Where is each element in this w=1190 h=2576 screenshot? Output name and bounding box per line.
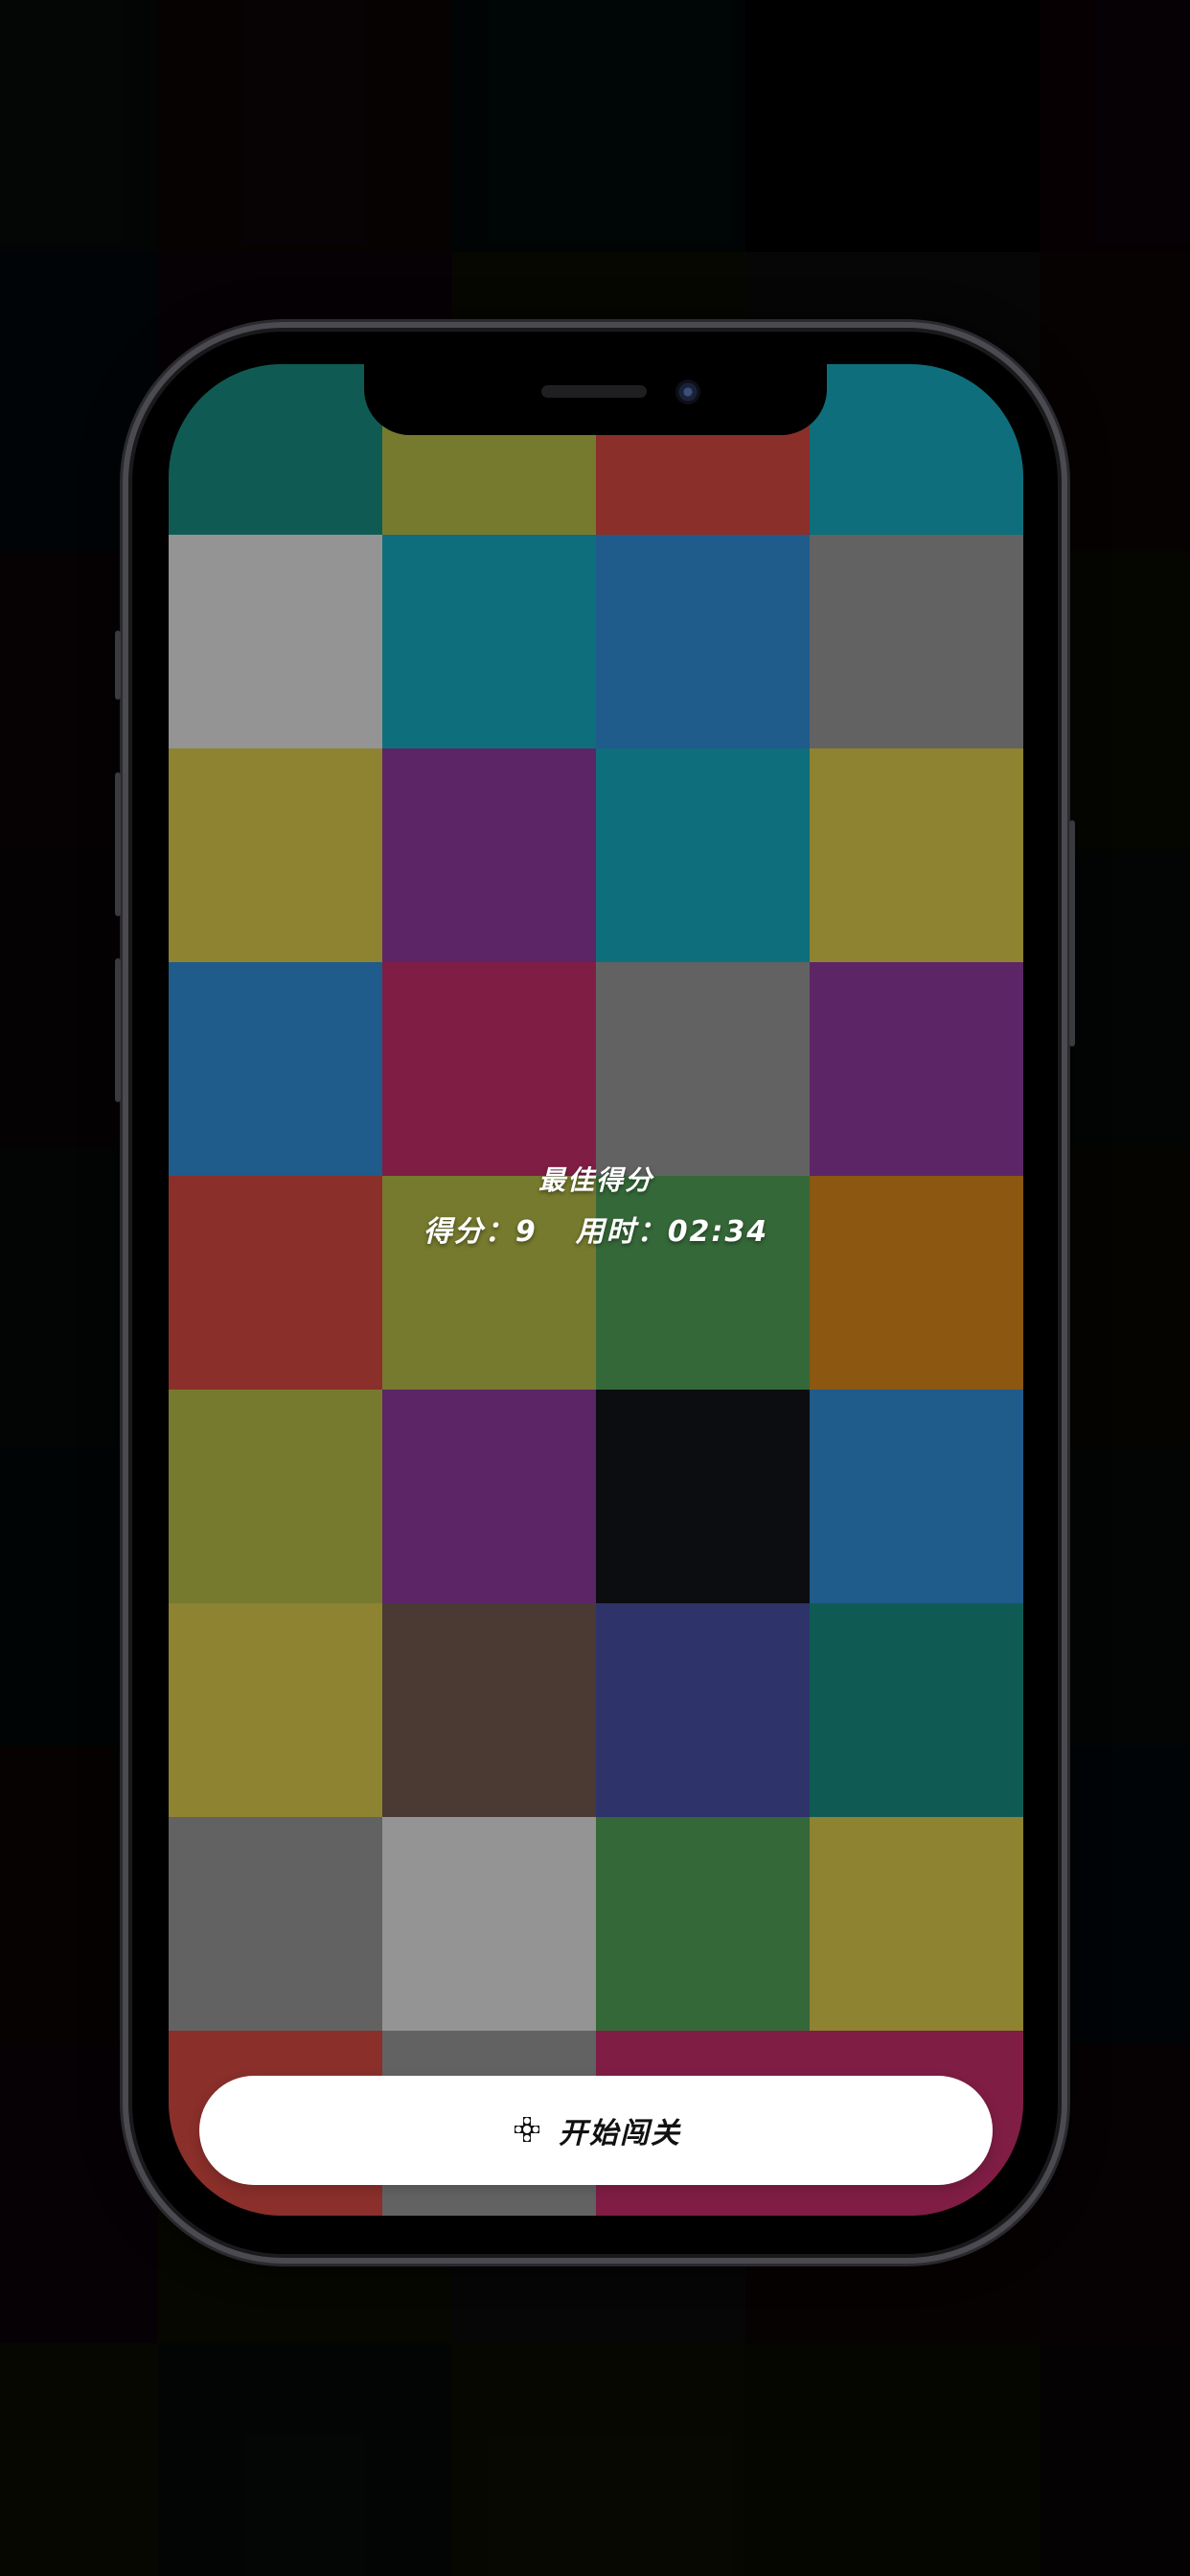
- gamepad-icon: [515, 2117, 539, 2142]
- speaker-grille: [541, 385, 647, 398]
- game-tile[interactable]: [810, 962, 1023, 1176]
- game-tile[interactable]: [382, 1390, 596, 1603]
- time-label: 用时：: [575, 1215, 668, 1249]
- game-tile[interactable]: [382, 535, 596, 748]
- volume-down-button: [115, 958, 121, 1102]
- best-score-title: 最佳得分: [538, 1164, 653, 1196]
- game-tile[interactable]: [382, 962, 596, 1176]
- game-tile[interactable]: [596, 962, 810, 1176]
- game-tile[interactable]: [810, 1817, 1023, 2031]
- game-tile[interactable]: [810, 1390, 1023, 1603]
- game-tile[interactable]: [169, 748, 382, 962]
- game-tile[interactable]: [169, 364, 382, 535]
- game-tile[interactable]: [169, 1390, 382, 1603]
- game-tile[interactable]: [596, 1390, 810, 1603]
- start-level-button[interactable]: 开始闯关: [199, 2076, 993, 2185]
- notch: [364, 364, 827, 435]
- game-tile[interactable]: [596, 1817, 810, 2031]
- time-value: 02:34: [667, 1215, 769, 1249]
- score-value: 9: [515, 1215, 538, 1249]
- game-tile[interactable]: [382, 1603, 596, 1817]
- game-tile[interactable]: [596, 535, 810, 748]
- game-tile[interactable]: [810, 1603, 1023, 1817]
- game-tile[interactable]: [810, 748, 1023, 962]
- game-tile[interactable]: [169, 535, 382, 748]
- game-tile-grid: [169, 364, 1023, 2216]
- power-button: [1069, 820, 1075, 1046]
- game-tile[interactable]: [382, 748, 596, 962]
- mute-switch: [115, 631, 121, 700]
- game-tile[interactable]: [169, 1817, 382, 2031]
- game-screen: [169, 364, 1023, 2216]
- start-level-label: 开始闯关: [559, 2117, 681, 2150]
- game-tile[interactable]: [596, 748, 810, 962]
- best-score-line: 得分：9 用时：02:34: [169, 1208, 1023, 1250]
- game-tile[interactable]: [596, 1603, 810, 1817]
- game-tile[interactable]: [169, 1603, 382, 1817]
- game-tile[interactable]: [169, 962, 382, 1176]
- score-label: 得分：: [423, 1215, 515, 1249]
- front-camera: [675, 380, 700, 404]
- game-tile[interactable]: [382, 1817, 596, 2031]
- game-tile[interactable]: [810, 364, 1023, 535]
- game-tile[interactable]: [810, 535, 1023, 748]
- volume-up-button: [115, 772, 121, 916]
